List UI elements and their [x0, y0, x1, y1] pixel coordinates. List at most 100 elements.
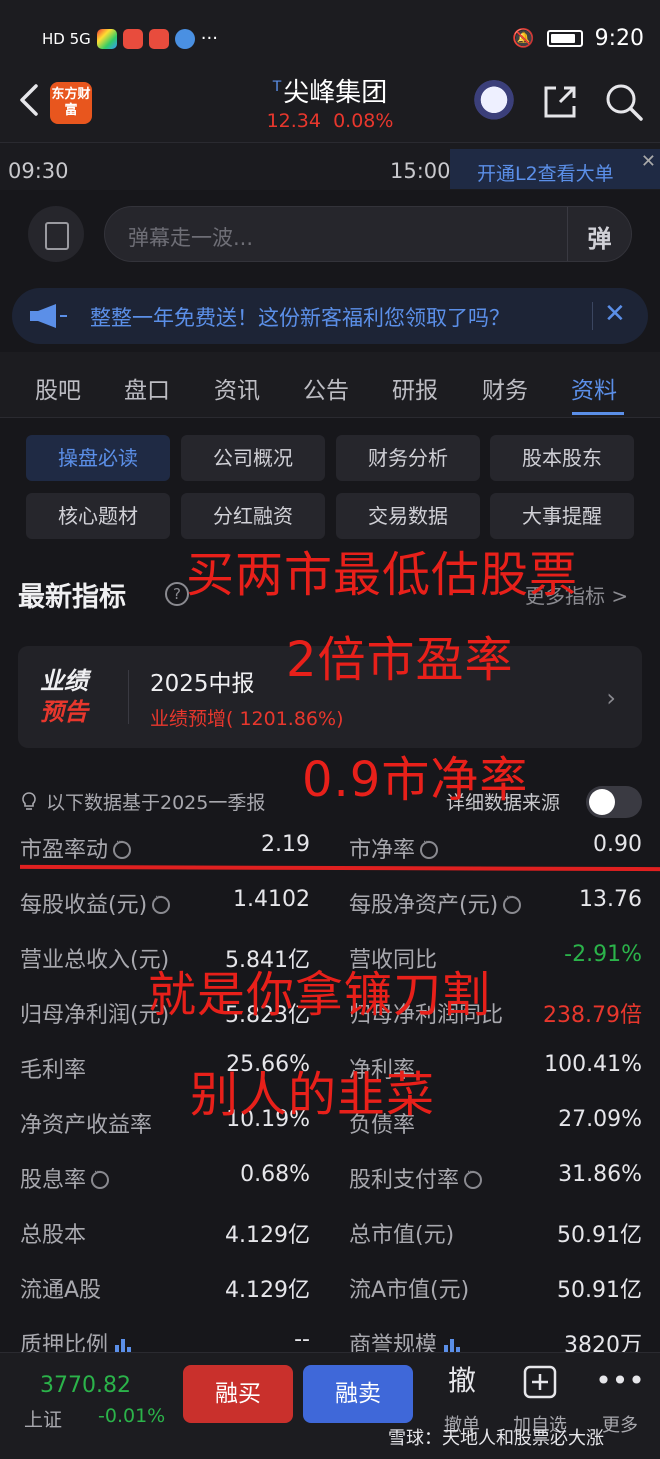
subnav-company-overview[interactable]: 公司概况	[181, 435, 325, 481]
metric-value: 2.19	[261, 832, 310, 857]
plus-box-icon	[508, 1361, 572, 1401]
index-change: -0.01%	[98, 1405, 166, 1427]
subnav-shareholders[interactable]: 股本股东	[490, 435, 634, 481]
tab-announcements[interactable]: 公告	[303, 371, 349, 405]
megaphone-icon	[30, 304, 67, 328]
share-icon[interactable]	[538, 80, 582, 124]
metric-value: 238.79倍	[543, 1003, 642, 1028]
tab-bar: 股吧 盘口 资讯 公告 研报 财务 资料	[0, 352, 660, 418]
index-value[interactable]: 3770.82	[40, 1373, 131, 1398]
forecast-summary: 业绩预增( 1201.86%)	[150, 708, 344, 730]
metric-label: 每股净资产(元)	[349, 887, 522, 919]
danmaku-bar: 弹幕走一波... 弹	[0, 190, 660, 280]
metric-value: 0.68%	[240, 1162, 310, 1187]
weibo-icon	[148, 28, 169, 49]
metric-label: 股息率	[20, 1162, 110, 1194]
metric-label: 毛利率	[20, 1058, 87, 1083]
weibo-icon	[122, 28, 143, 49]
promo-banner[interactable]: 整整一年免费送！这份新客福利您领取了吗？ ✕	[12, 288, 648, 344]
info-icon[interactable]	[113, 837, 132, 859]
metric-label: 市盈率动	[20, 832, 132, 864]
time-start: 09:30	[8, 159, 69, 183]
data-source-toggle[interactable]	[586, 786, 642, 818]
subnav-core-themes[interactable]: 核心题材	[26, 493, 170, 539]
annotation-text: 就是你拿镰刀割	[148, 967, 492, 1023]
mute-icon: 🔕	[512, 28, 535, 49]
annotation-text: 买两市最低估股票	[186, 547, 579, 603]
metric-value: 4.129亿	[225, 1223, 310, 1248]
tab-pankou[interactable]: 盘口	[124, 371, 170, 405]
profile-subnav: 操盘必读 公司概况 财务分析 股本股东 核心题材 分红融资 交易数据 大事提醒	[0, 418, 660, 550]
metric-label: 归母净利润(元)	[20, 1003, 170, 1028]
section-title: 最新指标	[18, 582, 126, 613]
tab-research[interactable]: 研报	[392, 371, 438, 405]
info-icon[interactable]	[420, 837, 439, 859]
metric-row: 每股收益(元) 1.4102 每股净资产(元) 13.76	[0, 887, 660, 942]
close-icon[interactable]: ✕	[641, 151, 656, 172]
danmaku-toggle-button[interactable]: 弹	[567, 207, 631, 261]
metric-value: 27.09%	[558, 1107, 642, 1132]
info-icon[interactable]	[503, 892, 522, 914]
margin-buy-button[interactable]: 融买	[183, 1365, 293, 1423]
metric-label: 流A市值(元)	[349, 1278, 470, 1303]
annotation-text: 0.9市净率	[302, 752, 529, 808]
tab-guba[interactable]: 股吧	[35, 371, 81, 405]
subnav-trading-data[interactable]: 交易数据	[336, 493, 480, 539]
metric-label: 净资产收益率	[20, 1113, 153, 1138]
stock-change: 0.08%	[333, 110, 394, 132]
info-icon[interactable]	[91, 1167, 110, 1189]
data-basis-note: 以下数据基于2025一季报	[20, 788, 265, 815]
subnav-financial-analysis[interactable]: 财务分析	[336, 435, 480, 481]
app-notification-icon	[174, 28, 195, 49]
metric-label: 流通A股	[20, 1278, 102, 1303]
network-indicator: HD 5G	[42, 29, 91, 48]
subnav-major-events[interactable]: 大事提醒	[490, 493, 634, 539]
metric-value: 4.129亿	[225, 1278, 310, 1303]
metric-label: 总股本	[20, 1223, 87, 1248]
tab-news[interactable]: 资讯	[214, 371, 260, 405]
metric-value: 31.86%	[558, 1162, 642, 1187]
active-tab-indicator	[572, 412, 624, 415]
metric-label: 总市值(元)	[349, 1223, 455, 1248]
subnav-dividend-financing[interactable]: 分红融资	[181, 493, 325, 539]
clock: 9:20	[594, 26, 644, 51]
chevron-right-icon: ›	[606, 684, 616, 712]
ai-assistant-icon[interactable]	[472, 80, 516, 124]
danmaku-input[interactable]: 弹幕走一波... 弹	[104, 206, 632, 262]
status-right: 🔕 9:20	[512, 26, 644, 51]
search-icon[interactable]	[602, 80, 646, 124]
l2-upgrade-button[interactable]: 开通L2查看大单 ✕	[450, 149, 660, 189]
margin-sell-button[interactable]: 融卖	[303, 1365, 413, 1423]
metric-value: 50.91亿	[557, 1223, 642, 1248]
time-end: 15:00	[390, 159, 451, 183]
metric-value: 1.4102	[233, 887, 310, 912]
watermark-text: 雪球：天地人和股票必大涨	[388, 1428, 604, 1449]
metric-row: 总股本 4.129亿 总市值(元) 50.91亿	[0, 1217, 660, 1272]
more-dots-icon: •••	[595, 1364, 645, 1397]
index-name: 上证	[24, 1409, 63, 1431]
annotation-text: 2倍市盈率	[286, 632, 514, 688]
subnav-trading-guide[interactable]: 操盘必读	[26, 435, 170, 481]
tab-finance[interactable]: 财务	[482, 371, 528, 405]
lightbulb-icon	[22, 792, 36, 810]
stock-header: 东方财富 T尖峰集团 12.34 0.08%	[0, 60, 660, 142]
tab-profile[interactable]: 资料	[571, 371, 617, 405]
app-notification-icon	[96, 28, 117, 49]
metric-label: 股利支付率	[349, 1162, 483, 1194]
metric-row: 流通A股 4.129亿 流A市值(元) 50.91亿	[0, 1272, 660, 1327]
danmaku-settings-icon[interactable]	[28, 206, 84, 262]
metric-value: 50.91亿	[557, 1278, 642, 1303]
metric-label: 市净率	[349, 832, 439, 864]
info-icon[interactable]	[464, 1167, 483, 1189]
metric-label: 营业总收入(元)	[20, 948, 170, 973]
metric-value: 100.41%	[544, 1052, 642, 1077]
close-icon[interactable]: ✕	[604, 299, 626, 329]
metric-value: 13.76	[579, 887, 642, 912]
info-icon[interactable]	[152, 892, 171, 914]
stock-price: 12.34	[266, 110, 321, 132]
cancel-order-icon: 撤	[447, 1364, 476, 1397]
metric-value: --	[294, 1327, 310, 1352]
metric-value: 0.90	[593, 832, 642, 857]
intraday-chart-axis: 09:30 15:00 开通L2查看大单 ✕	[0, 142, 660, 190]
status-icons: HD 5G ···	[42, 28, 218, 49]
